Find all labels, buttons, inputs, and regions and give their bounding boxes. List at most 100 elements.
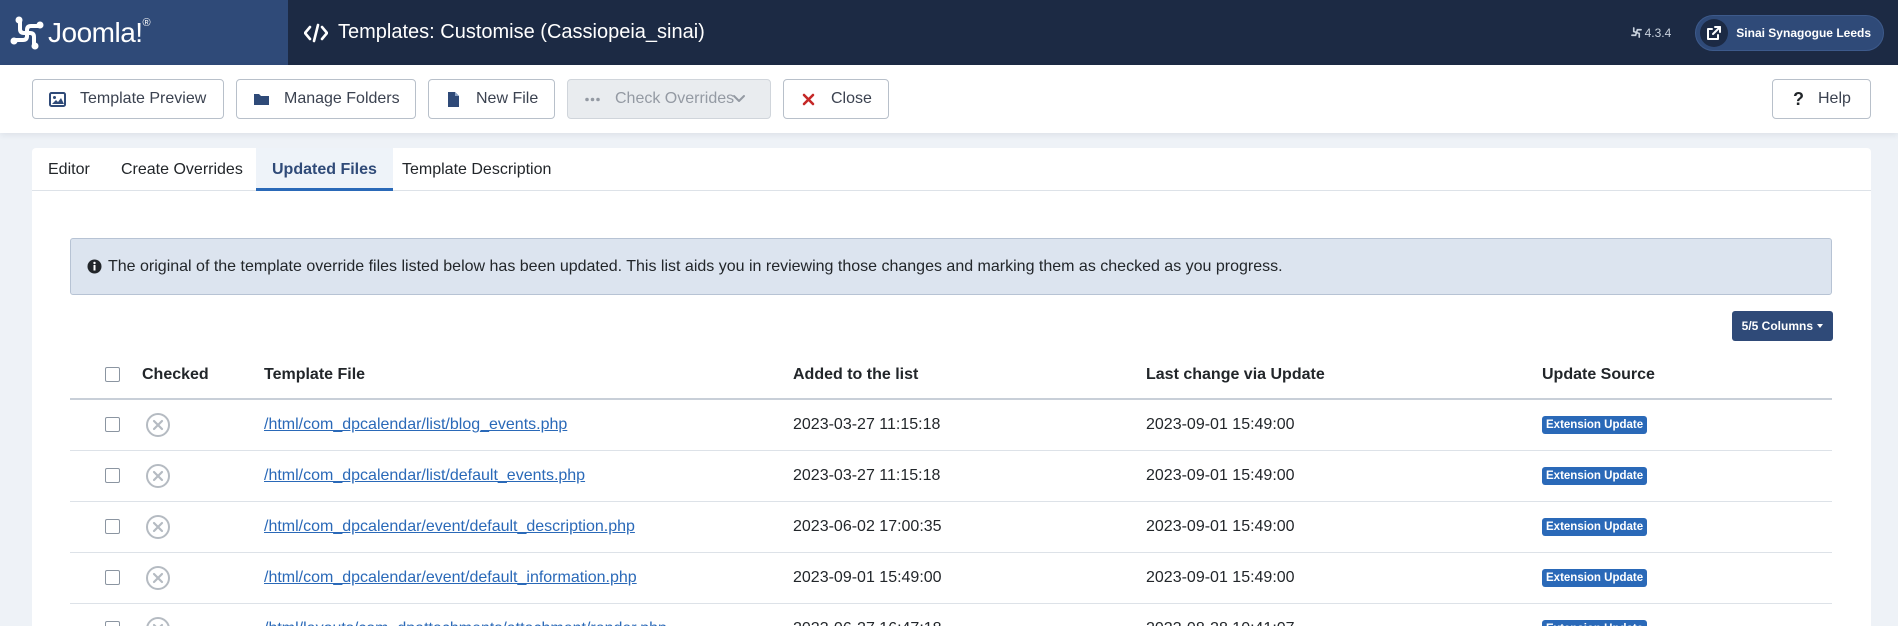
last-change-date: 2023-08-28 10:41:07: [1146, 603, 1542, 626]
tab-template-description[interactable]: Template Description: [402, 148, 551, 191]
page-title: Templates: Customise (Cassiopeia_sinai): [304, 21, 705, 44]
columns-toggle-button[interactable]: 5/5 Columns: [1731, 311, 1833, 341]
col-checked[interactable]: Checked: [142, 351, 264, 400]
version-info: 4.3.4: [1630, 25, 1672, 40]
close-icon: [802, 93, 815, 105]
updated-files-table: Checked Template File Added to the list …: [70, 351, 1832, 626]
tab-editor[interactable]: Editor: [48, 148, 90, 191]
file-cell: /html/com_dpcalendar/list/blog_events.ph…: [264, 399, 793, 451]
row-select-cell: [70, 501, 142, 553]
row-select-cell: [70, 450, 142, 502]
folder-icon: [254, 93, 269, 105]
logo-text: Joomla!®: [48, 16, 151, 48]
close-label: Close: [831, 90, 872, 107]
select-all-checkbox[interactable]: [105, 366, 120, 382]
file-cell: /html/layouts/com_dpattachments/attachme…: [264, 603, 793, 626]
table-row: /html/layouts/com_dpattachments/attachme…: [70, 603, 1832, 626]
tab-bar: Editor Create Overrides Updated Files Te…: [32, 148, 1871, 191]
row-checkbox[interactable]: [105, 518, 120, 534]
last-change-date: 2023-09-01 15:49:00: [1146, 501, 1542, 553]
template-preview-label: Template Preview: [80, 90, 207, 107]
joomla-logo[interactable]: Joomla!®: [0, 0, 288, 65]
col-added[interactable]: Added to the list: [793, 351, 1146, 400]
main-card: Editor Create Overrides Updated Files Te…: [32, 148, 1871, 626]
chevron-down-icon: [733, 95, 745, 102]
info-icon: [87, 259, 102, 274]
added-date: 2023-09-01 15:49:00: [793, 552, 1146, 604]
update-source-cell: Extension Update: [1542, 603, 1832, 626]
check-overrides-dropdown[interactable]: Check Overrides: [567, 79, 771, 119]
caret-down-icon: [1817, 324, 1823, 328]
file-cell: /html/com_dpcalendar/event/default_infor…: [264, 552, 793, 604]
row-select-cell: [70, 603, 142, 626]
update-source-cell: Extension Update: [1542, 450, 1832, 502]
file-cell: /html/com_dpcalendar/event/default_descr…: [264, 501, 793, 553]
update-source-badge: Extension Update: [1542, 620, 1648, 626]
unchecked-circle-x-icon[interactable]: [145, 616, 171, 626]
tab-updated-files[interactable]: Updated Files: [256, 148, 393, 191]
added-date: 2023-03-27 11:15:18: [793, 399, 1146, 451]
site-link-button[interactable]: Sinai Synagogue Leeds: [1695, 14, 1884, 51]
table-row: /html/com_dpcalendar/list/blog_events.ph…: [70, 399, 1832, 451]
toolbar: Template Preview Manage Folders New File…: [0, 65, 1898, 133]
columns-toggle-label: 5/5 Columns: [1741, 319, 1813, 333]
checked-cell: [142, 450, 264, 502]
template-file-link[interactable]: /html/com_dpcalendar/event/default_infor…: [264, 569, 637, 586]
row-select-cell: [70, 552, 142, 604]
external-link-icon: [1700, 18, 1729, 47]
check-overrides-label: Check Overrides: [615, 90, 735, 107]
header-right: 4.3.4 Sinai Synagogue Leeds: [1630, 14, 1898, 51]
unchecked-circle-x-icon[interactable]: [145, 463, 171, 489]
checked-cell: [142, 552, 264, 604]
template-preview-button[interactable]: Template Preview: [32, 79, 224, 119]
table-row: /html/com_dpcalendar/event/default_descr…: [70, 501, 1832, 553]
template-file-link[interactable]: /html/com_dpcalendar/event/default_descr…: [264, 518, 635, 535]
info-alert-text: The original of the template override fi…: [108, 257, 1283, 275]
close-button[interactable]: Close: [783, 79, 889, 119]
row-checkbox[interactable]: [105, 569, 120, 585]
template-file-link[interactable]: /html/com_dpcalendar/list/blog_events.ph…: [264, 416, 567, 433]
col-last-change[interactable]: Last change via Update: [1146, 351, 1542, 400]
row-checkbox[interactable]: [105, 467, 120, 483]
update-source-cell: Extension Update: [1542, 501, 1832, 553]
file-cell: /html/com_dpcalendar/list/default_events…: [264, 450, 793, 502]
update-source-badge: Extension Update: [1542, 518, 1648, 536]
col-update-source[interactable]: Update Source: [1542, 351, 1832, 400]
select-all-header: [70, 351, 142, 400]
row-checkbox[interactable]: [105, 417, 120, 433]
row-select-cell: [70, 399, 142, 451]
help-button[interactable]: ? Help: [1772, 79, 1871, 119]
unchecked-circle-x-icon[interactable]: [145, 412, 171, 438]
update-source-badge: Extension Update: [1542, 467, 1648, 485]
new-file-label: New File: [476, 90, 539, 107]
unchecked-circle-x-icon[interactable]: [145, 514, 171, 540]
checked-cell: [142, 399, 264, 451]
last-change-date: 2023-09-01 15:49:00: [1146, 450, 1542, 502]
template-file-link[interactable]: /html/layouts/com_dpattachments/attachme…: [264, 620, 667, 626]
new-file-button[interactable]: New File: [428, 79, 555, 119]
joomla-small-icon: [1630, 27, 1642, 38]
template-file-link[interactable]: /html/com_dpcalendar/list/default_events…: [264, 467, 585, 484]
ellipsis-icon: [585, 97, 600, 101]
tab-create-overrides[interactable]: Create Overrides: [121, 148, 243, 191]
manage-folders-button[interactable]: Manage Folders: [236, 79, 416, 119]
unchecked-circle-x-icon[interactable]: [145, 565, 171, 591]
help-label: Help: [1818, 90, 1851, 107]
checked-cell: [142, 603, 264, 626]
last-change-date: 2023-09-01 15:49:00: [1146, 399, 1542, 451]
update-source-badge: Extension Update: [1542, 569, 1648, 587]
added-date: 2023-06-27 16:47:18: [793, 603, 1146, 626]
update-source-cell: Extension Update: [1542, 399, 1832, 451]
last-change-date: 2023-09-01 15:49:00: [1146, 552, 1542, 604]
col-template-file[interactable]: Template File: [264, 351, 793, 400]
question-icon: ?: [1793, 88, 1804, 109]
app-header: Joomla!® Templates: Customise (Cassiopei…: [0, 0, 1898, 65]
added-date: 2023-06-02 17:00:35: [793, 501, 1146, 553]
update-source-cell: Extension Update: [1542, 552, 1832, 604]
site-name: Sinai Synagogue Leeds: [1736, 25, 1871, 40]
added-date: 2023-03-27 11:15:18: [793, 450, 1146, 502]
manage-folders-label: Manage Folders: [284, 90, 400, 107]
row-checkbox[interactable]: [105, 620, 120, 626]
version-text: 4.3.4: [1644, 25, 1672, 40]
page-title-text: Templates: Customise (Cassiopeia_sinai): [338, 21, 705, 43]
